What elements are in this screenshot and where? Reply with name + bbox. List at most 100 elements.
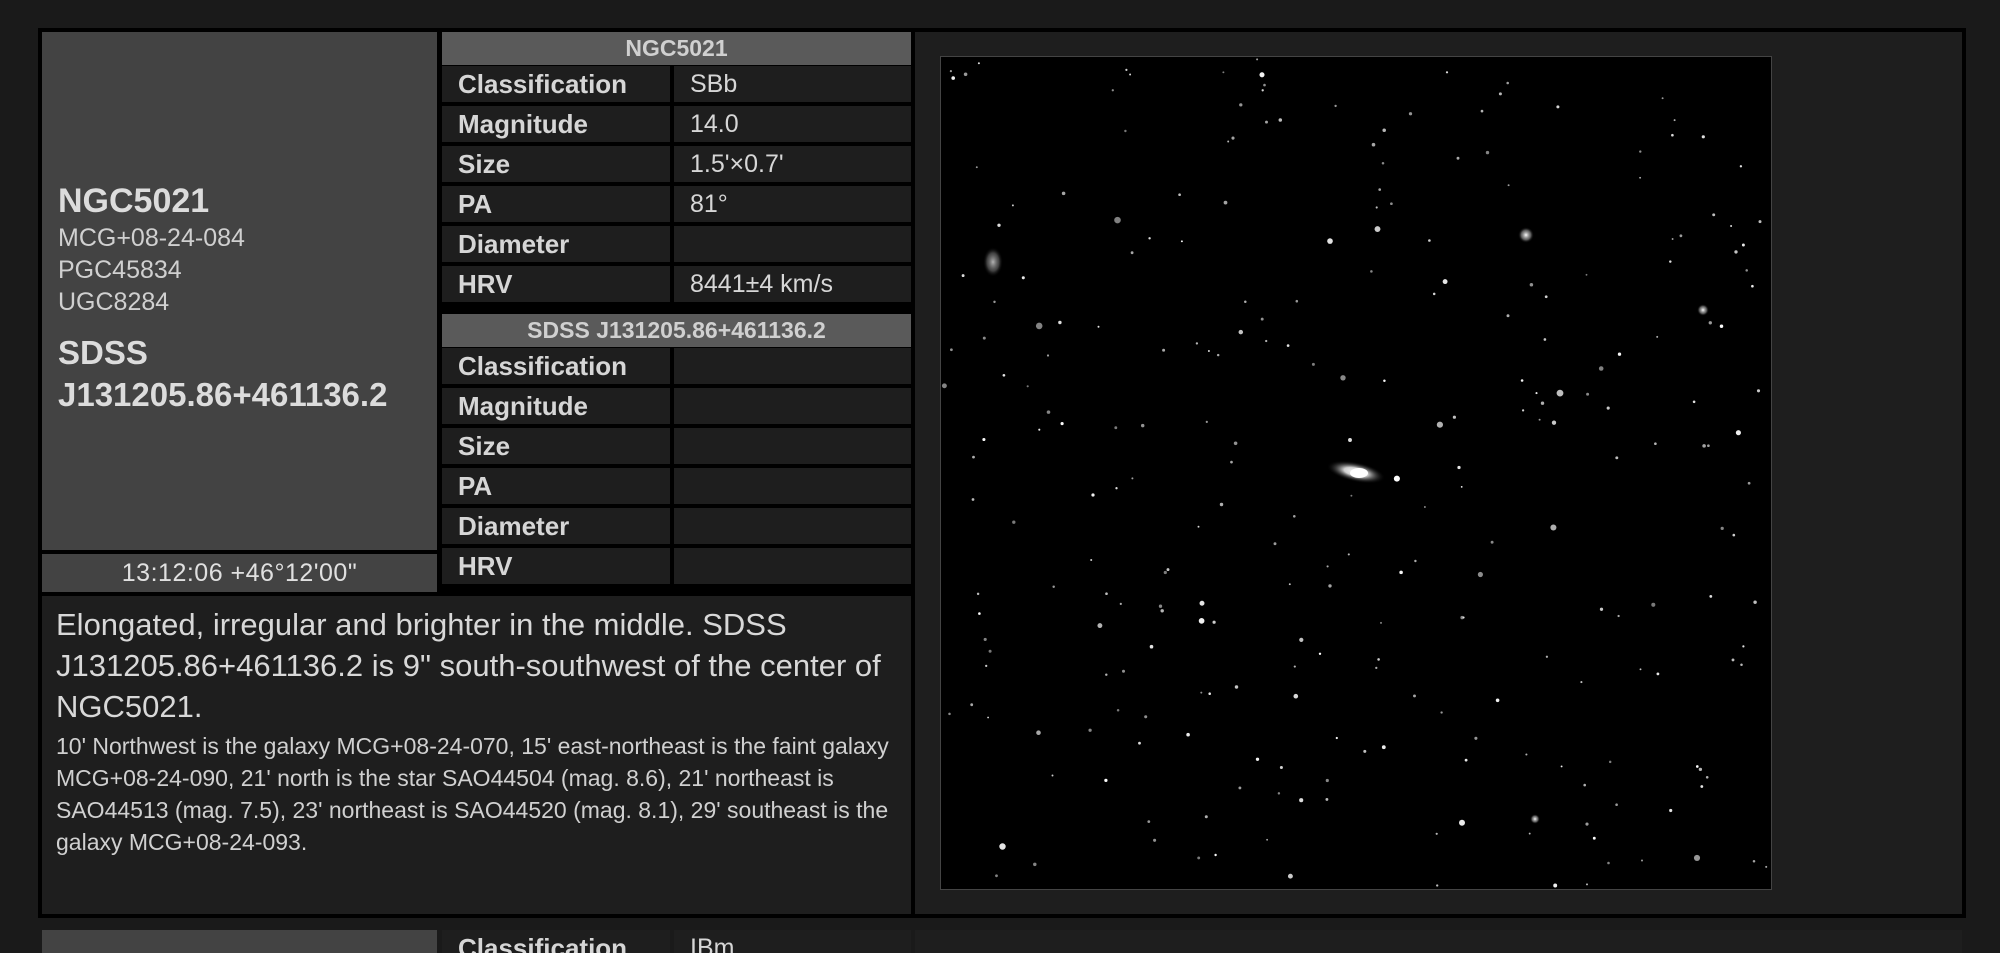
star — [1692, 400, 1696, 404]
star — [1061, 191, 1066, 196]
star — [1617, 614, 1620, 618]
star — [1640, 859, 1644, 862]
row-label: Classification — [442, 66, 670, 102]
row-label: HRV — [442, 548, 670, 584]
star — [1639, 668, 1642, 671]
primary-name: NGC5021 — [58, 182, 210, 220]
sky-image[interactable] — [940, 56, 1772, 890]
alias-3: UGC8284 — [58, 288, 170, 316]
star — [1414, 559, 1417, 563]
star — [1436, 421, 1443, 428]
star — [1751, 284, 1754, 288]
star — [1195, 342, 1199, 345]
star — [1506, 314, 1510, 318]
star — [1708, 321, 1712, 325]
description-panel: Elongated, irregular and brighter in the… — [42, 596, 911, 914]
star — [1390, 202, 1393, 206]
star — [1162, 348, 1166, 352]
star — [1701, 135, 1705, 139]
row-value — [674, 226, 911, 262]
star — [1556, 389, 1564, 397]
star — [1506, 81, 1509, 85]
star — [1097, 623, 1103, 629]
star — [1318, 652, 1322, 655]
star — [1661, 97, 1664, 100]
star — [1230, 460, 1233, 464]
star — [1545, 655, 1549, 658]
star — [1239, 103, 1243, 107]
description-notes: 10' Northwest is the galaxy MCG+08-24-07… — [56, 733, 889, 855]
star — [1462, 616, 1465, 619]
star — [1374, 226, 1381, 233]
star — [1197, 856, 1201, 860]
star — [1709, 595, 1713, 598]
star — [999, 843, 1006, 850]
row-value — [674, 468, 911, 504]
star — [1325, 778, 1329, 783]
star — [1259, 72, 1265, 78]
star — [1669, 808, 1673, 813]
star — [1111, 89, 1114, 92]
secondary-table-title: SDSS J131205.86+461136.2 — [442, 314, 911, 347]
star — [1273, 542, 1277, 546]
table-row: PA — [442, 468, 911, 504]
star — [1149, 644, 1154, 649]
star — [1138, 741, 1141, 745]
star — [987, 716, 990, 719]
star — [1480, 109, 1484, 113]
star — [1198, 618, 1205, 624]
star — [1734, 250, 1738, 254]
star — [1756, 389, 1761, 393]
star — [975, 166, 978, 169]
star — [982, 336, 986, 340]
star — [1114, 216, 1121, 224]
star — [1440, 711, 1443, 714]
star — [1115, 487, 1118, 490]
star — [1551, 420, 1557, 425]
star — [1752, 860, 1756, 863]
star — [1348, 438, 1352, 442]
row-value: SBb — [674, 66, 911, 102]
star — [1026, 385, 1029, 388]
star — [961, 274, 965, 278]
identification-panel: NGC5021 MCG+08-24-084 PGC45834 UGC8284 S… — [42, 32, 437, 550]
star — [1021, 276, 1025, 280]
star — [1260, 317, 1264, 321]
star — [1212, 620, 1216, 624]
star — [1656, 335, 1659, 338]
star — [1158, 604, 1163, 608]
star — [1279, 765, 1283, 770]
star — [1200, 691, 1203, 694]
star — [1730, 225, 1733, 227]
star — [1720, 526, 1724, 531]
star — [1335, 736, 1338, 740]
star — [1238, 329, 1244, 335]
bright-star — [1530, 814, 1540, 824]
star — [1244, 300, 1247, 304]
star — [1204, 815, 1208, 819]
star — [1732, 533, 1736, 537]
star — [1381, 162, 1385, 165]
star — [1740, 663, 1743, 666]
row-value — [674, 428, 911, 464]
star — [1702, 444, 1706, 448]
star — [1375, 666, 1378, 670]
star — [1288, 583, 1291, 586]
star — [1693, 854, 1701, 861]
star — [1758, 220, 1762, 224]
star — [1231, 136, 1235, 140]
star — [1097, 325, 1100, 328]
star — [1233, 441, 1238, 446]
star — [1456, 156, 1460, 160]
row-label: Size — [442, 146, 670, 182]
bright-star — [1697, 304, 1709, 316]
star — [1464, 758, 1468, 762]
star — [949, 70, 952, 73]
star — [1140, 423, 1145, 428]
star — [1058, 320, 1062, 325]
star — [1747, 481, 1751, 485]
star — [1286, 344, 1290, 347]
star — [1219, 502, 1224, 507]
table-row: Classification SBb — [442, 66, 911, 102]
star-field — [941, 58, 1768, 888]
